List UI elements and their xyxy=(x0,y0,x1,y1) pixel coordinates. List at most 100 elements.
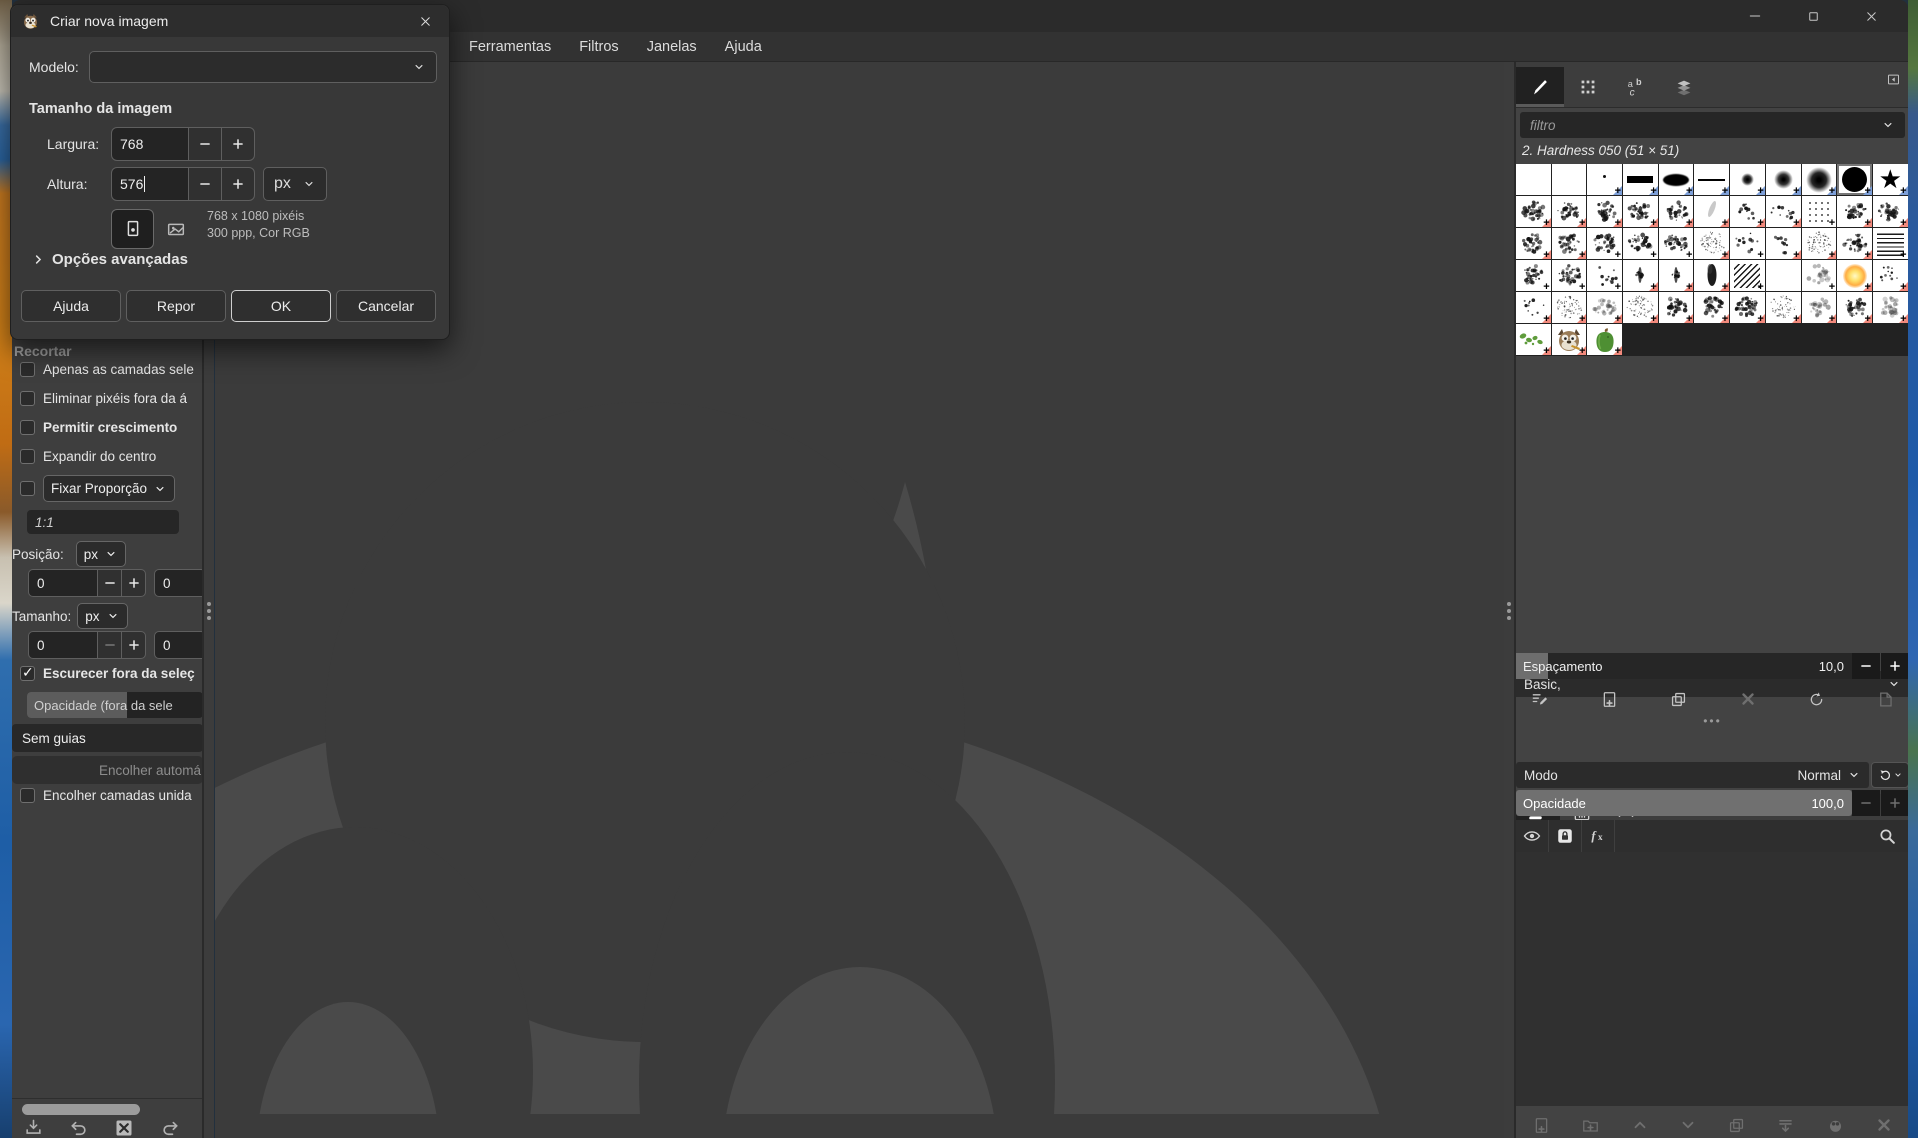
brush-cell[interactable]: + xyxy=(1623,196,1659,228)
brush-cell[interactable]: + xyxy=(1801,292,1838,324)
menu-janelas[interactable]: Janelas xyxy=(633,39,711,55)
dock-menu-icon[interactable] xyxy=(1886,72,1901,87)
restore-options-icon[interactable] xyxy=(69,1118,89,1138)
raise-layer-icon[interactable] xyxy=(1631,1116,1649,1134)
delete-options-icon[interactable] xyxy=(114,1118,134,1138)
save-options-icon[interactable] xyxy=(24,1118,43,1138)
brush-cell[interactable]: + xyxy=(1837,164,1873,196)
brush-cell[interactable]: + xyxy=(1623,260,1659,292)
mode-reset-button[interactable] xyxy=(1871,762,1908,788)
brush-cell[interactable]: + xyxy=(1730,260,1766,292)
new-group-icon[interactable] xyxy=(1581,1116,1600,1135)
brush-cell[interactable]: + xyxy=(1587,164,1624,196)
brush-cell[interactable] xyxy=(1551,164,1588,196)
height-decrement[interactable] xyxy=(188,167,222,201)
brush-cell[interactable]: + xyxy=(1623,164,1659,196)
edit-brush-icon[interactable] xyxy=(1530,689,1550,709)
right-dock-splitter[interactable] xyxy=(1504,62,1515,1138)
brush-cell[interactable]: + xyxy=(1765,292,1802,324)
brush-cell[interactable]: + xyxy=(1872,196,1908,228)
tab-brushes[interactable] xyxy=(1516,67,1564,107)
advanced-options-expander[interactable]: Opções avançadas xyxy=(31,251,188,268)
opacity-increment[interactable] xyxy=(1881,790,1908,816)
model-select[interactable] xyxy=(89,51,437,83)
brush-cell[interactable]: + xyxy=(1801,228,1838,260)
menu-ferramentas[interactable]: Ferramentas xyxy=(455,39,565,55)
unit-select[interactable]: px xyxy=(263,167,327,201)
mask-layer-icon[interactable] xyxy=(1826,1116,1845,1135)
brush-cell[interactable]: + xyxy=(1551,324,1588,356)
brush-filter-input[interactable]: filtro xyxy=(1520,112,1905,138)
brush-cell[interactable]: + xyxy=(1801,260,1838,292)
height-input[interactable]: 576 xyxy=(111,167,189,201)
brush-cell[interactable]: + xyxy=(1765,196,1802,228)
delete-brush-icon[interactable] xyxy=(1739,690,1757,708)
minimize-button[interactable] xyxy=(1726,0,1784,32)
brush-cell[interactable]: + xyxy=(1872,228,1908,260)
brush-cell[interactable] xyxy=(1516,164,1552,196)
dialog-close-button[interactable] xyxy=(411,7,439,35)
menu-filtros[interactable]: Filtros xyxy=(565,39,632,55)
autoshrink-button[interactable]: Encolher automá xyxy=(12,756,202,784)
brush-cell[interactable]: + xyxy=(1623,228,1659,260)
tab-patterns[interactable] xyxy=(1564,67,1612,107)
brush-cell[interactable]: + xyxy=(1730,228,1766,260)
checkbox[interactable] xyxy=(20,362,35,377)
tab-fonts[interactable]: abc xyxy=(1612,67,1660,107)
width-input[interactable]: 768 xyxy=(111,127,189,161)
guides-select[interactable]: Sem guias xyxy=(12,724,202,752)
position-x-decrement[interactable] xyxy=(97,569,122,597)
orientation-portrait-button[interactable] xyxy=(111,209,154,249)
spacing-slider[interactable]: Espaçamento 10,0 xyxy=(1516,653,1852,679)
lower-layer-icon[interactable] xyxy=(1679,1116,1697,1134)
spacing-increment[interactable] xyxy=(1881,653,1908,679)
help-button[interactable]: Ajuda xyxy=(21,290,121,322)
layer-mode-select[interactable]: Modo Normal xyxy=(1516,762,1869,788)
layers-list-empty[interactable] xyxy=(1516,852,1908,1106)
brush-cell[interactable]: + xyxy=(1587,228,1624,260)
size-y-input[interactable]: 0 xyxy=(154,631,202,659)
brush-cell[interactable]: + xyxy=(1837,196,1873,228)
brush-cell[interactable]: + xyxy=(1658,228,1695,260)
duplicate-layer-icon[interactable] xyxy=(1727,1116,1746,1135)
effects-toggle[interactable]: fx xyxy=(1582,820,1615,852)
checkbox-row-layers-only[interactable]: Apenas as camadas sele xyxy=(12,362,202,377)
horizontal-scrollbar[interactable] xyxy=(22,1104,140,1115)
brush-cell[interactable]: + xyxy=(1516,292,1552,324)
brush-cell[interactable]: + xyxy=(1765,228,1802,260)
brush-cell[interactable]: + xyxy=(1658,196,1695,228)
tab-gradients[interactable] xyxy=(1660,67,1708,107)
checkbox-row-expand-center[interactable]: Expandir do centro xyxy=(12,449,202,464)
refresh-brushes-icon[interactable] xyxy=(1807,690,1826,709)
brush-cell[interactable]: + xyxy=(1658,260,1695,292)
brush-cell[interactable]: + xyxy=(1801,196,1838,228)
panel-grip[interactable]: ••• xyxy=(1516,714,1908,728)
position-x-input[interactable]: 0 xyxy=(28,569,98,597)
brush-cell[interactable]: + xyxy=(1587,260,1624,292)
brush-cell[interactable] xyxy=(1765,260,1802,292)
highlight-row[interactable]: Escurecer fora da seleç xyxy=(12,664,202,681)
brush-cell[interactable]: + xyxy=(1694,228,1731,260)
size-x-decrement[interactable] xyxy=(97,631,122,659)
checkbox-row-allow-growing[interactable]: Permitir crescimento xyxy=(12,420,202,435)
visibility-toggle[interactable] xyxy=(1516,820,1549,852)
size-x-increment[interactable] xyxy=(121,631,146,659)
brush-cell[interactable]: + xyxy=(1658,292,1695,324)
brush-cell[interactable]: + xyxy=(1730,164,1766,196)
duplicate-brush-icon[interactable] xyxy=(1669,690,1688,709)
brush-cell[interactable]: + xyxy=(1587,324,1624,356)
position-x-increment[interactable] xyxy=(121,569,146,597)
brush-cell[interactable]: + xyxy=(1765,164,1802,196)
brush-cell[interactable]: + xyxy=(1872,292,1908,324)
position-unit-select[interactable]: px xyxy=(75,541,127,567)
brush-cell[interactable]: + xyxy=(1516,260,1552,292)
brush-cell[interactable]: + xyxy=(1872,260,1908,292)
brush-cell[interactable]: + xyxy=(1658,164,1695,196)
orientation-landscape-button[interactable] xyxy=(161,217,191,241)
checkbox[interactable] xyxy=(20,449,35,464)
open-brush-icon[interactable] xyxy=(1876,690,1895,709)
dialog-titlebar[interactable]: Criar nova imagem xyxy=(11,5,449,37)
cancel-button[interactable]: Cancelar xyxy=(336,290,436,322)
brush-cell[interactable]: + xyxy=(1551,260,1588,292)
checkbox-row-delete-pixels[interactable]: Eliminar pixéis fora da á xyxy=(12,391,202,406)
